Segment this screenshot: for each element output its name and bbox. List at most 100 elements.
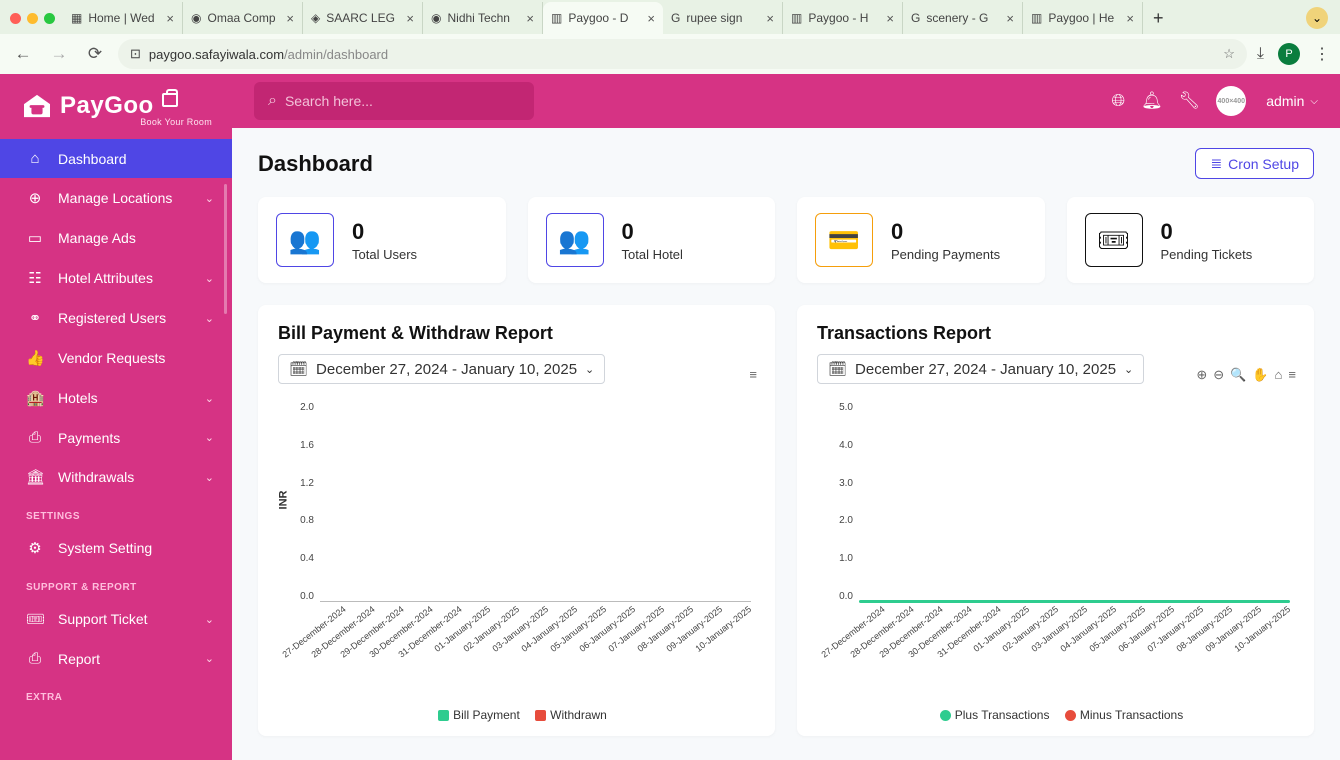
search-input[interactable] — [285, 93, 520, 109]
stat-card[interactable]: 🎟0Pending Tickets — [1067, 197, 1315, 283]
chart-menu-icon[interactable]: ≡ — [1288, 367, 1296, 383]
legend-label[interactable]: Plus Transactions — [955, 708, 1050, 722]
browser-tab[interactable]: Gscenery - G× — [903, 2, 1023, 34]
maximize-window-icon[interactable] — [44, 13, 55, 24]
sidebar-item[interactable]: ▭Manage Ads — [0, 218, 232, 258]
close-tab-icon[interactable]: × — [166, 11, 174, 26]
new-tab-button[interactable]: + — [1143, 8, 1174, 29]
nav-icon: 🏛 — [26, 468, 44, 486]
user-name: admin — [1266, 93, 1304, 109]
close-tab-icon[interactable]: × — [286, 11, 294, 26]
browser-tab[interactable]: ▥Paygoo - D× — [543, 2, 663, 34]
nav-icon: ⎙ — [26, 650, 44, 667]
favicon-icon: ▥ — [791, 11, 802, 25]
sidebar-item-label: Manage Locations — [58, 190, 172, 206]
stat-label: Pending Tickets — [1161, 247, 1253, 262]
close-tab-icon[interactable]: × — [766, 11, 774, 26]
home-icon[interactable]: ⌂ — [1275, 367, 1283, 383]
chart-plot-area: 5.04.03.02.01.00.0 27-December-202428-De… — [817, 402, 1294, 652]
stat-label: Pending Payments — [891, 247, 1000, 262]
browser-tab[interactable]: ▥Paygoo | He× — [1023, 2, 1143, 34]
back-button[interactable]: ← — [10, 41, 36, 67]
y-tick: 3.0 — [833, 478, 853, 489]
logo[interactable]: PayGoo Book Your Room — [0, 74, 232, 139]
sidebar-item[interactable]: ⊕Manage Locations⌄ — [0, 178, 232, 218]
close-tab-icon[interactable]: × — [647, 11, 655, 26]
menu-icon[interactable]: ⋮ — [1314, 44, 1330, 64]
zoom-out-icon[interactable]: ⊖ — [1213, 367, 1224, 383]
browser-tab[interactable]: Grupee sign× — [663, 2, 783, 34]
zoom-select-icon[interactable]: 🔍 — [1230, 367, 1246, 383]
sidebar-item[interactable]: 🏨Hotels⌄ — [0, 378, 232, 418]
chart-plot-area: INR 2.01.61.20.80.40.0 27-December-20242… — [278, 402, 755, 652]
sidebar-item-label: Dashboard — [58, 151, 127, 167]
globe-icon[interactable]: 🌐︎ — [1111, 91, 1125, 111]
sidebar-item[interactable]: ⚭Registered Users⌄ — [0, 298, 232, 338]
browser-tab[interactable]: ▥Paygoo - H× — [783, 2, 903, 34]
wrench-icon[interactable]: 🔧︎ — [1179, 91, 1201, 111]
sidebar-item[interactable]: ⎙Report⌄ — [0, 639, 232, 678]
window-controls[interactable] — [6, 13, 63, 24]
sidebar-item-label: Hotel Attributes — [58, 270, 153, 286]
avatar[interactable]: 400×400 — [1216, 86, 1246, 116]
browser-tab[interactable]: ◉Nidhi Techn× — [423, 2, 543, 34]
sidebar-item[interactable]: ⎙Payments⌄ — [0, 418, 232, 457]
cron-setup-label: Cron Setup — [1228, 156, 1299, 172]
date-range-picker[interactable]: 🗓︎ December 27, 2024 - January 10, 2025 … — [278, 354, 605, 384]
zoom-in-icon[interactable]: ⊕ — [1196, 367, 1207, 383]
sidebar-item[interactable]: ⌂Dashboard — [0, 139, 232, 178]
minimize-window-icon[interactable] — [27, 13, 38, 24]
address-bar[interactable]: ⊡ paygoo.safayiwala.com/admin/dashboard … — [118, 39, 1247, 69]
downloads-icon[interactable]: ⤓ — [1257, 45, 1264, 63]
legend-swatch-icon — [535, 710, 546, 721]
legend-label[interactable]: Bill Payment — [453, 708, 520, 722]
forward-button[interactable]: → — [46, 41, 72, 67]
browser-tab[interactable]: ◈SAARC LEG× — [303, 2, 423, 34]
nav-icon: ⚭ — [26, 309, 44, 327]
chart-menu-icon[interactable]: ≡ — [749, 367, 757, 382]
browser-tab[interactable]: ▦Home | Wed× — [63, 2, 183, 34]
close-tab-icon[interactable]: × — [886, 11, 894, 26]
close-tab-icon[interactable]: × — [1006, 11, 1014, 26]
chevron-down-icon: ⌄ — [205, 613, 214, 626]
user-menu[interactable]: admin ⌵ — [1266, 93, 1318, 109]
stat-value: 0 — [622, 219, 683, 245]
bell-icon[interactable]: 🔔︎ — [1141, 91, 1163, 111]
stat-card[interactable]: 👥0Total Hotel — [528, 197, 776, 283]
stat-card[interactable]: 👥0Total Users — [258, 197, 506, 283]
search-wrap[interactable]: ⌕ — [254, 82, 534, 120]
sidebar-section-settings: SETTINGS — [0, 497, 232, 528]
close-window-icon[interactable] — [10, 13, 21, 24]
favicon-icon: G — [911, 11, 920, 25]
legend-label[interactable]: Withdrawn — [550, 708, 607, 722]
y-tick: 0.0 — [833, 591, 853, 602]
sidebar-item[interactable]: ☷Hotel Attributes⌄ — [0, 258, 232, 298]
chevron-down-icon: ⌄ — [205, 431, 214, 444]
browser-tab[interactable]: ◉Omaa Comp× — [183, 2, 303, 34]
close-tab-icon[interactable]: × — [1126, 11, 1134, 26]
sidebar-section-support: SUPPORT & REPORT — [0, 568, 232, 599]
nav-icon: 🎟 — [26, 610, 44, 628]
nav-icon: ⊕ — [26, 189, 44, 207]
cron-setup-button[interactable]: ≣ Cron Setup — [1195, 148, 1314, 179]
chrome-accounts-button[interactable]: ⌄ — [1306, 7, 1328, 29]
pan-icon[interactable]: ✋ — [1252, 367, 1268, 383]
close-tab-icon[interactable]: × — [406, 11, 414, 26]
nav-icon: ☷ — [26, 269, 44, 287]
y-tick: 0.8 — [294, 515, 314, 526]
y-tick: 0.0 — [294, 591, 314, 602]
calendar-icon: 🗓︎ — [828, 360, 847, 378]
favicon-icon: ◉ — [431, 11, 441, 25]
sidebar-item[interactable]: 🏛Withdrawals⌄ — [0, 457, 232, 497]
close-tab-icon[interactable]: × — [526, 11, 534, 26]
sidebar-item[interactable]: 🎟Support Ticket⌄ — [0, 599, 232, 639]
site-info-icon[interactable]: ⊡ — [130, 46, 141, 62]
bookmark-icon[interactable]: ☆ — [1223, 46, 1235, 62]
date-range-picker[interactable]: 🗓︎ December 27, 2024 - January 10, 2025 … — [817, 354, 1144, 384]
reload-button[interactable]: ⟳ — [82, 41, 108, 67]
sidebar-item[interactable]: ⚙System Setting — [0, 528, 232, 568]
sidebar-item[interactable]: 👍Vendor Requests — [0, 338, 232, 378]
legend-label[interactable]: Minus Transactions — [1080, 708, 1183, 722]
stat-card[interactable]: 💳0Pending Payments — [797, 197, 1045, 283]
profile-button[interactable]: P — [1278, 43, 1300, 65]
